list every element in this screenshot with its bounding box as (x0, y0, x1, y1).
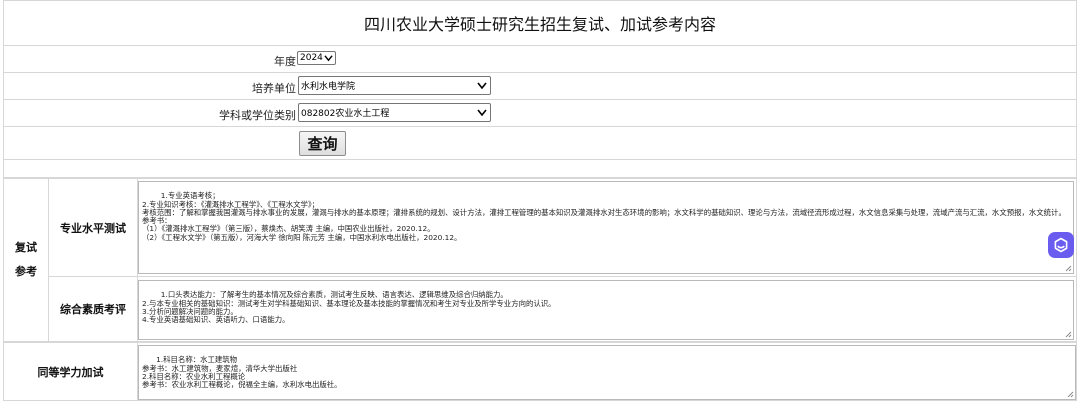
extra-label: 同等学力加试 (4, 343, 138, 400)
professional-textarea[interactable]: 1.专业英语考核； 2.专业知识考核：《灌溉排水工程学》、《工程水文学》； 考核… (138, 181, 1074, 274)
query-button[interactable]: 查询 (299, 131, 346, 156)
spacer-row (3, 160, 1077, 178)
unit-select[interactable]: 水利水电学院 (298, 76, 491, 95)
extra-content: 1.科目名称：水工建筑物 参考书：水工建筑物，麦家煊，清华大学出版社 2.科目名… (142, 355, 342, 390)
resize-grip-icon[interactable] (1065, 331, 1072, 338)
button-row (3, 127, 1077, 160)
retest-section: 复试 参考 专业水平测试 1.专业英语考核； 2.专业知识考核：《灌溉排水工程学… (3, 178, 1077, 342)
chevron-down-icon (324, 55, 333, 62)
year-row: 年度 2024 (3, 46, 1077, 73)
page-title: 四川农业大学硕士研究生招生复试、加试参考内容 (363, 15, 716, 34)
resize-grip-icon[interactable] (1067, 391, 1074, 398)
comprehensive-row: 综合素质考评 1.口头表达能力：了解考生的基本情况及综合素质，测试考生反映、语言… (49, 277, 1076, 341)
retest-group-line1: 复试 (15, 241, 37, 254)
unit-select-value: 水利水电学院 (301, 82, 356, 92)
professional-label: 专业水平测试 (49, 179, 138, 276)
year-select[interactable]: 2024 (297, 51, 336, 65)
ai-assistant-button[interactable] (1048, 232, 1074, 258)
unit-label: 培养单位 (252, 82, 296, 95)
chevron-down-icon (477, 109, 487, 117)
subject-row: 学科或学位类别 082802农业水土工程 (3, 100, 1077, 127)
chevron-down-icon (477, 82, 487, 90)
year-select-value: 2024 (300, 53, 323, 63)
retest-group-label: 复试 参考 (4, 179, 49, 341)
sparkle-icon (1054, 237, 1068, 253)
comprehensive-textarea[interactable]: 1.口头表达能力：了解考生的基本情况及综合素质，测试考生反映、语言表达、逻辑思维… (138, 280, 1074, 340)
retest-group-line2: 参考 (15, 265, 37, 278)
subject-select-value: 082802农业水土工程 (301, 109, 390, 119)
professional-row: 专业水平测试 1.专业英语考核； 2.专业知识考核：《灌溉排水工程学》、《工程水… (49, 179, 1076, 277)
year-label: 年度 (274, 55, 296, 68)
comprehensive-label: 综合素质考评 (49, 277, 138, 341)
page-title-row: 四川农业大学硕士研究生招生复试、加试参考内容 (3, 0, 1077, 46)
resize-grip-icon[interactable] (1065, 265, 1072, 272)
subject-label: 学科或学位类别 (219, 109, 296, 122)
subject-select[interactable]: 082802农业水土工程 (298, 103, 491, 122)
extra-section: 同等学力加试 1.科目名称：水工建筑物 参考书：水工建筑物，麦家煊，清华大学出版… (3, 342, 1077, 401)
comprehensive-content: 1.口头表达能力：了解考生的基本情况及综合素质，测试考生反映、语言表达、逻辑思维… (142, 290, 556, 325)
page-frame: 四川农业大学硕士研究生招生复试、加试参考内容 年度 2024 培养单位 水利水电… (3, 0, 1077, 401)
extra-textarea[interactable]: 1.科目名称：水工建筑物 参考书：水工建筑物，麦家煊，清华大学出版社 2.科目名… (138, 345, 1076, 400)
professional-content: 1.专业英语考核； 2.专业知识考核：《灌溉排水工程学》、《工程水文学》； 考核… (142, 191, 1066, 242)
unit-row: 培养单位 水利水电学院 (3, 73, 1077, 100)
